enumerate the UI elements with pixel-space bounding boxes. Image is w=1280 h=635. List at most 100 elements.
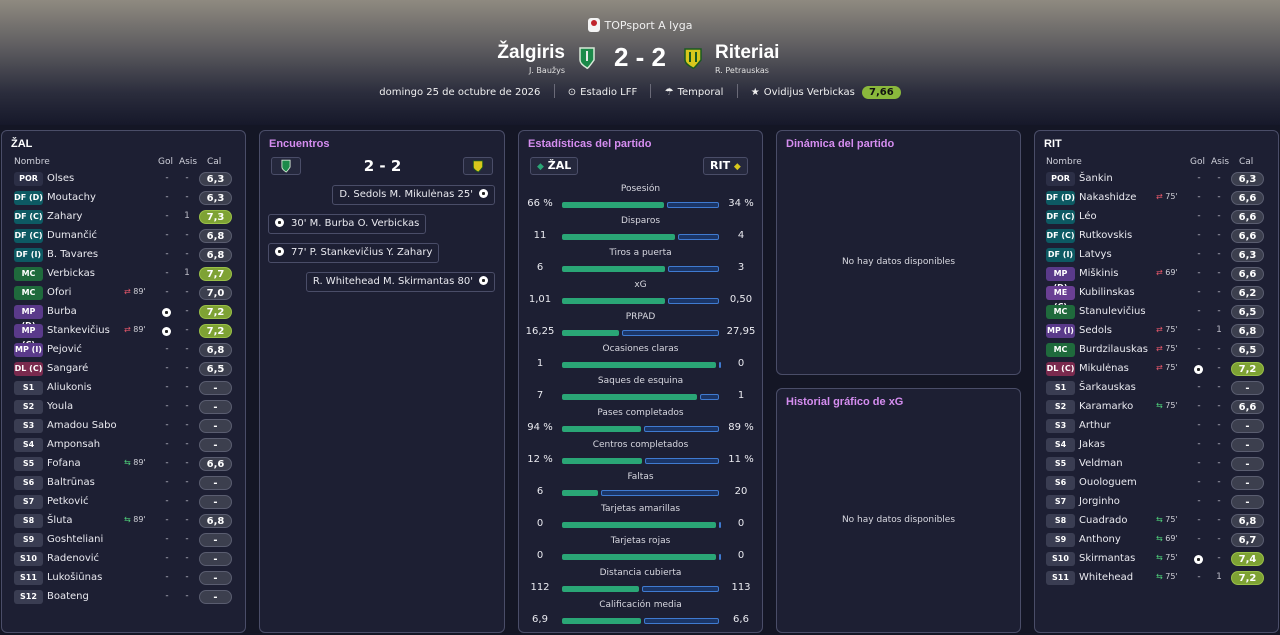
player-row[interactable]: S7 Petković - - -	[14, 493, 234, 511]
player-name[interactable]: Kubilinskas	[1079, 287, 1135, 298]
goal-ball-icon	[275, 247, 284, 256]
player-row[interactable]: S2 Youla - - -	[14, 398, 234, 416]
away-team[interactable]: Riteriai R. Petrauskas	[715, 42, 779, 75]
player-name[interactable]: Amadou Sabo	[47, 420, 117, 431]
player-row[interactable]: DF (D) Nakashidze ⇄ 75' - -6,6	[1046, 189, 1266, 207]
player-row[interactable]: S9 Anthony ⇆ 69' - -6,7	[1046, 531, 1266, 549]
player-name[interactable]: Ofori	[47, 287, 71, 298]
player-row[interactable]: MC Ofori ⇄ 89' - -7,0	[14, 284, 234, 302]
player-row[interactable]: S5 Fofana ⇆ 89' - -6,6	[14, 455, 234, 473]
player-row[interactable]: S1 Aliukonis - - -	[14, 379, 234, 397]
player-name[interactable]: Stanulevičius	[1079, 306, 1146, 317]
goal-event-row[interactable]: 30' M. Burba O. Verbickas	[268, 214, 427, 234]
player-name[interactable]: Nakashidze	[1079, 192, 1136, 203]
player-row[interactable]: S1 Šarkauskas - - -	[1046, 379, 1266, 397]
player-name[interactable]: Amponsah	[47, 439, 100, 450]
player-name[interactable]: Fofana	[47, 458, 81, 469]
player-name[interactable]: Karamarko	[1079, 401, 1133, 412]
player-name[interactable]: Cuadrado	[1079, 515, 1128, 526]
player-row[interactable]: DF (D) Moutachy - -6,3	[14, 189, 234, 207]
goal-event-row[interactable]: 77' P. Stankevičius Y. Zahary	[268, 243, 440, 263]
player-name[interactable]: Aliukonis	[47, 382, 92, 393]
goal-event-row[interactable]: R. Whitehead M. Skirmantas 80'	[305, 272, 495, 292]
player-row[interactable]: DF (I) Latvys - -6,3	[1046, 246, 1266, 264]
player-name[interactable]: Burdzilauskas	[1079, 344, 1148, 355]
player-name[interactable]: Mikulėnas	[1079, 363, 1129, 374]
player-row[interactable]: S11 Whitehead ⇆ 75' - 1 7,2	[1046, 569, 1266, 587]
player-name[interactable]: Burba	[47, 306, 77, 317]
player-row[interactable]: DF (I) B. Tavares - -6,8	[14, 246, 234, 264]
player-row[interactable]: S3 Arthur - - -	[1046, 417, 1266, 435]
player-row[interactable]: DL (C) Sangaré - -6,5	[14, 360, 234, 378]
player-name[interactable]: Baltrūnas	[47, 477, 95, 488]
player-row[interactable]: ME (C)Kubilinskas--6,2	[1046, 284, 1266, 311]
player-name[interactable]: Moutachy	[47, 192, 96, 203]
player-row[interactable]: MP (I) Pejović - -6,8	[14, 341, 234, 359]
home-team[interactable]: Žalgiris J. Baužys	[497, 42, 565, 75]
player-row[interactable]: POR Šankin - -6,3	[1046, 170, 1266, 188]
player-row[interactable]: S8 Cuadrado ⇆ 75' - -6,8	[1046, 512, 1266, 530]
player-name[interactable]: Veldman	[1079, 458, 1123, 469]
player-name[interactable]: Sedols	[1079, 325, 1112, 336]
player-row[interactable]: DF (C) Rutkovskis - -6,6	[1046, 227, 1266, 245]
player-row[interactable]: S6 Baltrūnas - - -	[14, 474, 234, 492]
player-row[interactable]: S12 Boateng - - -	[14, 588, 234, 606]
player-row[interactable]: MP (C) Stankevičius ⇄ 89' -7,2	[14, 322, 234, 349]
player-row[interactable]: MC Stanulevičius - -6,5	[1046, 303, 1266, 321]
player-row[interactable]: S6 Ouologuem - - -	[1046, 474, 1266, 492]
goal-event-row[interactable]: D. Sedols M. Mikulėnas 25'	[332, 185, 495, 205]
player-row[interactable]: S9 Goshteliani - - -	[14, 531, 234, 549]
player-name[interactable]: Léo	[1079, 211, 1097, 222]
player-name[interactable]: Sangaré	[47, 363, 88, 374]
player-name[interactable]: Miškinis	[1079, 268, 1119, 279]
player-name[interactable]: Radenović	[47, 553, 99, 564]
player-row[interactable]: S10 Skirmantas ⇆ 75' -7,4	[1046, 550, 1266, 568]
player-row[interactable]: S10 Radenović - - -	[14, 550, 234, 568]
player-row[interactable]: S7 Jorginho - - -	[1046, 493, 1266, 511]
player-row[interactable]: S8 Šluta ⇆ 89' - -6,8	[14, 512, 234, 530]
player-name[interactable]: Petković	[47, 496, 89, 507]
away-team-name[interactable]: Riteriai	[715, 42, 779, 64]
player-name[interactable]: Latvys	[1079, 249, 1112, 260]
player-row[interactable]: DF (C) Dumančić - -6,8	[14, 227, 234, 245]
player-name[interactable]: Pejović	[47, 344, 82, 355]
player-name[interactable]: Šankin	[1079, 173, 1113, 184]
player-name[interactable]: Ouologuem	[1079, 477, 1137, 488]
player-name[interactable]: B. Tavares	[47, 249, 98, 260]
player-name[interactable]: Youla	[47, 401, 73, 412]
player-row[interactable]: S4 Amponsah - - -	[14, 436, 234, 454]
player-row[interactable]: DF (C) Léo - -6,6	[1046, 208, 1266, 226]
player-row[interactable]: S11 Lukošiūnas - - -	[14, 569, 234, 587]
player-name[interactable]: Arthur	[1079, 420, 1111, 431]
player-name[interactable]: Olses	[47, 173, 74, 184]
player-name[interactable]: Whitehead	[1079, 572, 1133, 583]
player-row[interactable]: S2 Karamarko ⇆ 75' - -6,6	[1046, 398, 1266, 416]
player-row[interactable]: S4 Jakas - - -	[1046, 436, 1266, 454]
home-team-name[interactable]: Žalgiris	[497, 42, 565, 64]
player-name[interactable]: Jorginho	[1079, 496, 1120, 507]
player-name[interactable]: Anthony	[1079, 534, 1121, 545]
player-name[interactable]: Rutkovskis	[1079, 230, 1132, 241]
player-name[interactable]: Šluta	[47, 515, 73, 526]
player-row[interactable]: MP (D)Miškinis⇄ 69'--6,6	[1046, 265, 1266, 292]
player-name[interactable]: Zahary	[47, 211, 82, 222]
player-name[interactable]: Dumančić	[47, 230, 97, 241]
player-row[interactable]: DF (C) Zahary - 1 7,3	[14, 208, 234, 226]
motm-name[interactable]: Ovidijus Verbickas	[764, 87, 855, 98]
player-name[interactable]: Stankevičius	[47, 325, 110, 336]
player-name[interactable]: Skirmantas	[1079, 553, 1135, 564]
player-row[interactable]: S3 Amadou Sabo - - -	[14, 417, 234, 435]
player-row[interactable]: DL (C) Mikulėnas ⇄ 75' -7,2	[1046, 360, 1266, 378]
player-name[interactable]: Jakas	[1079, 439, 1105, 450]
player-row[interactable]: S5 Veldman - - -	[1046, 455, 1266, 473]
player-row[interactable]: MP (D) Burba -7,2	[14, 303, 234, 330]
player-row[interactable]: POR Olses - -6,3	[14, 170, 234, 188]
player-name[interactable]: Verbickas	[47, 268, 95, 279]
player-name[interactable]: Goshteliani	[47, 534, 103, 545]
player-row[interactable]: MC Verbickas - 1 7,7	[14, 265, 234, 283]
player-row[interactable]: MP (I) Sedols ⇄ 75' - 1 6,8	[1046, 322, 1266, 340]
player-row[interactable]: MC Burdzilauskas ⇄ 75' - -6,5	[1046, 341, 1266, 359]
player-name[interactable]: Lukošiūnas	[47, 572, 102, 583]
player-name[interactable]: Šarkauskas	[1079, 382, 1136, 393]
player-name[interactable]: Boateng	[47, 591, 89, 602]
